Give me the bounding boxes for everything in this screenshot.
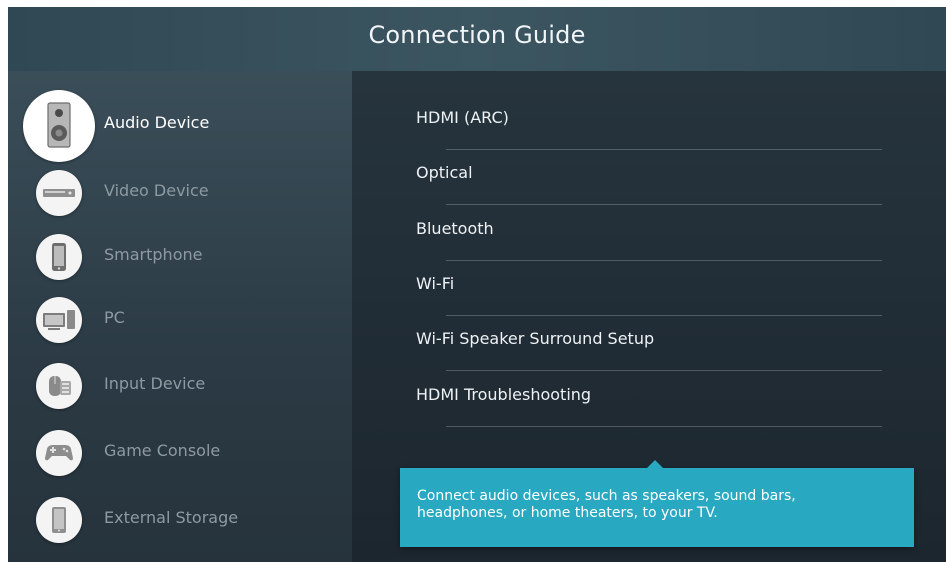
category-label: PC <box>104 308 125 327</box>
option-label: HDMI (ARC) <box>416 108 509 127</box>
external-storage-icon <box>36 497 82 543</box>
category-item-input-device[interactable]: Input Device <box>8 359 352 415</box>
category-label: Game Console <box>104 441 221 460</box>
category-item-pc[interactable]: PC <box>8 293 352 349</box>
category-label: Video Device <box>104 181 209 200</box>
category-item-audio-device[interactable]: Audio Device <box>8 90 352 162</box>
pc-icon <box>36 297 82 343</box>
connection-guide-screen: Connection Guide Audio Device Video Devi… <box>8 7 946 562</box>
option-label: Wi-Fi Speaker Surround Setup <box>416 329 655 348</box>
gamepad-icon <box>36 430 82 476</box>
option-wifi-speaker-surround-setup[interactable]: Wi-Fi Speaker Surround Setup <box>416 315 882 371</box>
tooltip-arrow <box>647 460 663 468</box>
description-tooltip: Connect audio devices, such as speakers,… <box>400 460 914 547</box>
category-item-external-storage[interactable]: External Storage <box>8 493 352 549</box>
category-label: Audio Device <box>104 113 210 132</box>
option-wifi[interactable]: Wi-Fi <box>416 260 882 316</box>
title-bar: Connection Guide <box>8 7 946 72</box>
speaker-icon <box>23 90 95 162</box>
category-item-video-device[interactable]: Video Device <box>8 166 352 222</box>
category-item-smartphone[interactable]: Smartphone <box>8 230 352 286</box>
option-bluetooth[interactable]: Bluetooth <box>416 205 882 261</box>
page-title: Connection Guide <box>368 21 586 49</box>
category-label: Input Device <box>104 374 206 393</box>
option-label: Wi-Fi <box>416 274 455 293</box>
connection-options-panel: HDMI (ARC) Optical Bluetooth Wi-Fi Wi-Fi… <box>352 71 946 562</box>
option-label: Optical <box>416 163 473 182</box>
option-hdmi-arc[interactable]: HDMI (ARC) <box>416 94 882 150</box>
category-label: External Storage <box>104 508 239 527</box>
option-optical[interactable]: Optical <box>416 149 882 205</box>
tooltip-text: Connect audio devices, such as speakers,… <box>417 488 796 521</box>
category-sidebar: Audio Device Video Device Smartphone PC … <box>8 71 352 562</box>
keyboard-mouse-icon <box>36 363 82 409</box>
option-hdmi-troubleshooting[interactable]: HDMI Troubleshooting <box>416 371 882 427</box>
category-label: Smartphone <box>104 245 203 264</box>
video-player-icon <box>36 170 82 216</box>
smartphone-icon <box>36 234 82 280</box>
option-label: HDMI Troubleshooting <box>416 385 592 404</box>
divider <box>446 426 882 427</box>
category-item-game-console[interactable]: Game Console <box>8 426 352 482</box>
option-label: Bluetooth <box>416 219 494 238</box>
